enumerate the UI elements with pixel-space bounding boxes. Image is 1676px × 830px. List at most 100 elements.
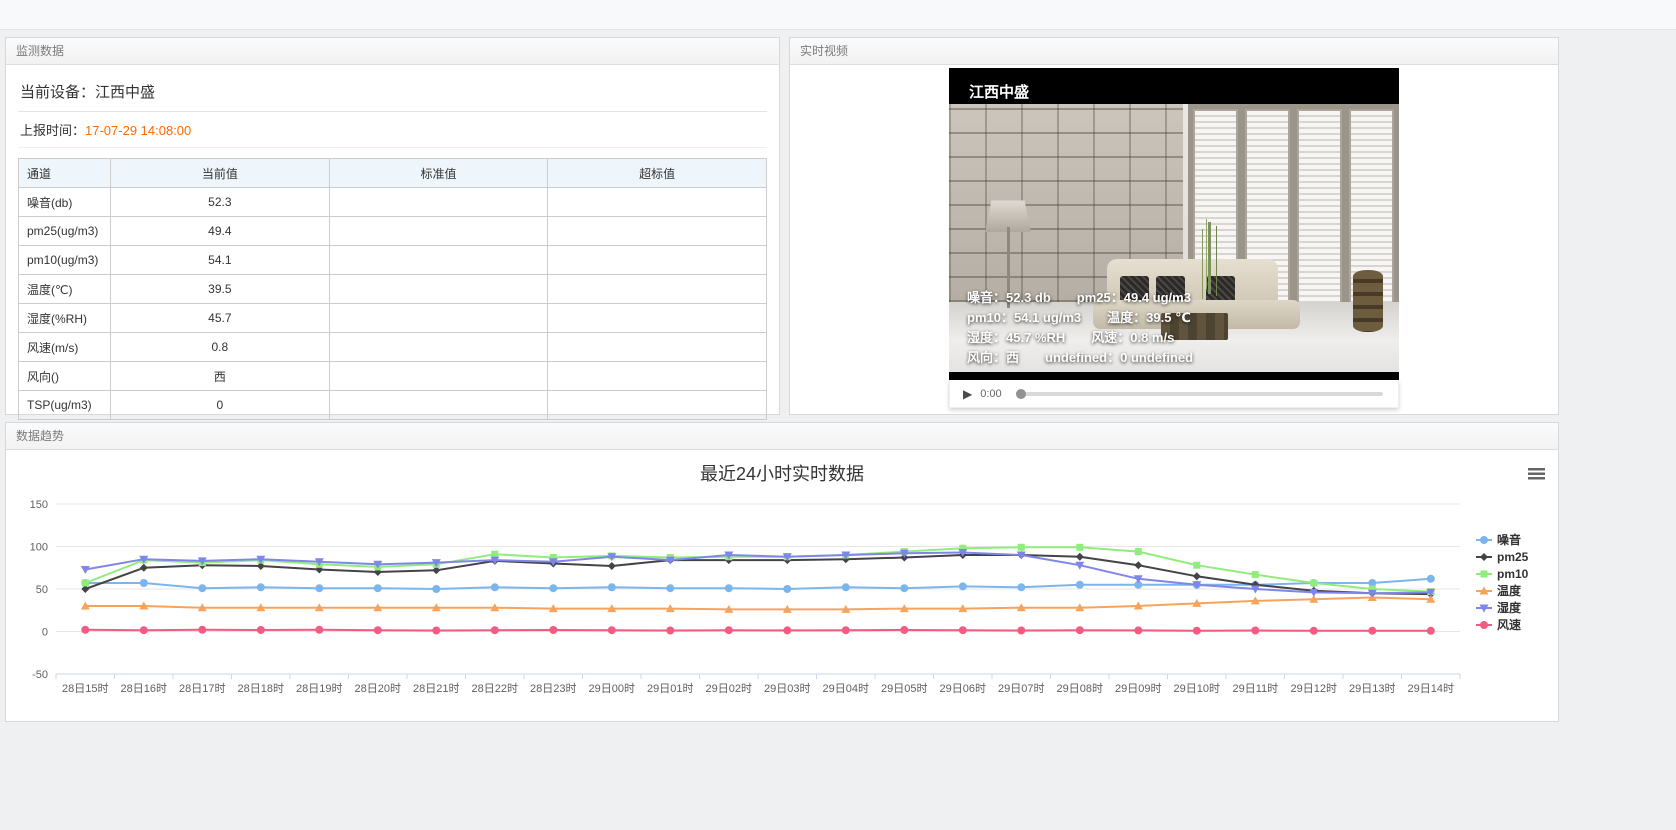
series-line-温度: [85, 598, 1431, 610]
value-cell: 45.7: [111, 304, 330, 333]
x-axis-label: 28日21时: [413, 682, 459, 695]
value-cell: 0.8: [111, 333, 330, 362]
video-panel-body: 江西中盛 噪音: [790, 65, 1558, 408]
value-cell: 52.3: [111, 188, 330, 217]
video-progress-bar[interactable]: [1017, 392, 1383, 396]
y-axis-label: 100: [30, 542, 48, 554]
monitor-panel-title: 监测数据: [16, 44, 64, 58]
x-axis-label: 29日05时: [881, 682, 927, 695]
value-cell: [329, 333, 548, 362]
svg-text:风速: 风速: [1497, 617, 1521, 632]
channel-cell: pm10(ug/m3): [19, 246, 111, 275]
x-axis-label: 28日23时: [530, 682, 576, 695]
table-row: 风速(m/s)0.8: [19, 333, 767, 362]
value-cell: 39.5: [111, 275, 330, 304]
x-axis-label: 28日20时: [355, 682, 401, 695]
value-cell: [548, 246, 767, 275]
value-cell: [329, 391, 548, 420]
vase-graphic: [1353, 270, 1383, 332]
x-axis-label: 29日02时: [706, 682, 752, 695]
value-cell: 西: [111, 362, 330, 391]
legend-item-温度[interactable]: 温度: [1476, 583, 1522, 598]
x-axis-label: 28日19时: [296, 682, 342, 695]
play-button[interactable]: ▶: [963, 387, 972, 401]
monitor-table-body: 噪音(db)52.3pm25(ug/m3)49.4pm10(ug/m3)54.1…: [19, 188, 767, 420]
x-axis-label: 28日16时: [121, 682, 167, 695]
overlay-reading-line: pm10：54.1 ug/m3 温度：39.5 ℃: [967, 308, 1193, 328]
table-row: 温度(℃)39.5: [19, 275, 767, 304]
video-progress-knob[interactable]: [1016, 389, 1026, 399]
table-row: pm25(ug/m3)49.4: [19, 217, 767, 246]
y-axis-label: 50: [36, 584, 48, 596]
value-cell: 49.4: [111, 217, 330, 246]
legend-item-风速[interactable]: 风速: [1476, 617, 1521, 632]
monitor-table: 通道当前值标准值超标值 噪音(db)52.3pm25(ug/m3)49.4pm1…: [18, 158, 767, 420]
legend-item-pm10[interactable]: pm10: [1476, 567, 1529, 581]
x-axis-label: 29日07时: [998, 682, 1044, 695]
x-axis-label: 29日10时: [1174, 682, 1220, 695]
value-cell: [548, 217, 767, 246]
y-axis-label: 150: [30, 499, 48, 511]
value-cell: [548, 275, 767, 304]
value-cell: [329, 362, 548, 391]
trend-chart: -5005010015028日15时28日16时28日17时28日18时28日1…: [6, 450, 1558, 719]
svg-text:pm10: pm10: [1497, 567, 1529, 581]
value-cell: [548, 362, 767, 391]
x-axis-label: 29日09时: [1115, 682, 1161, 695]
monitor-data-panel: 监测数据 当前设备：江西中盛 上报时间：17-07-29 14:08:00 通道…: [5, 37, 780, 415]
plant-graphic: [1208, 222, 1211, 294]
y-axis-label: -50: [32, 669, 48, 681]
browser-top-strip: [0, 0, 1676, 30]
x-axis-label: 29日12时: [1291, 682, 1337, 695]
channel-cell: pm25(ug/m3): [19, 217, 111, 246]
video-player[interactable]: 江西中盛 噪音: [949, 68, 1399, 380]
video-panel-header: 实时视频: [790, 38, 1558, 65]
value-cell: 54.1: [111, 246, 330, 275]
table-row: TSP(ug/m3)0: [19, 391, 767, 420]
x-axis-label: 29日06时: [940, 682, 986, 695]
y-axis-label: 0: [42, 627, 48, 639]
x-axis-label: 29日13时: [1349, 682, 1395, 695]
legend-item-噪音[interactable]: 噪音: [1476, 532, 1521, 547]
x-axis-label: 29日03时: [764, 682, 810, 695]
top-row: 监测数据 当前设备：江西中盛 上报时间：17-07-29 14:08:00 通道…: [0, 30, 1676, 415]
value-cell: [548, 391, 767, 420]
legend-item-pm25[interactable]: pm25: [1476, 550, 1529, 564]
table-row: 风向()西: [19, 362, 767, 391]
value-cell: 0: [111, 391, 330, 420]
x-axis-label: 29日04时: [823, 682, 869, 695]
overlay-reading-line: 风向：西 undefined：0 undefined: [967, 348, 1193, 368]
column-header: 通道: [19, 159, 111, 188]
table-row: pm10(ug/m3)54.1: [19, 246, 767, 275]
trend-panel-header: 数据趋势: [6, 423, 1558, 450]
channel-cell: 风向(): [19, 362, 111, 391]
value-cell: [329, 275, 548, 304]
channel-cell: 噪音(db): [19, 188, 111, 217]
value-cell: [329, 188, 548, 217]
export-menu-button[interactable]: [1528, 468, 1545, 480]
x-axis-label: 28日22时: [472, 682, 518, 695]
data-trend-panel: 数据趋势 -5005010015028日15时28日16时28日17时28日18…: [5, 422, 1559, 722]
monitor-panel-header: 监测数据: [6, 38, 779, 65]
table-row: 湿度(%RH)45.7: [19, 304, 767, 333]
x-axis-label: 29日11时: [1232, 682, 1278, 695]
x-axis-label: 29日14时: [1408, 682, 1454, 695]
column-header: 标准值: [329, 159, 548, 188]
video-controls-bar: ▶ 0:00: [949, 380, 1399, 408]
trend-chart-svg: -5005010015028日15时28日16时28日17时28日18时28日1…: [8, 456, 1556, 714]
x-axis-label: 28日15时: [62, 682, 108, 695]
chart-title: 最近24小时实时数据: [700, 464, 864, 484]
video-overlay-readings: 噪音：52.3 db pm25：49.4 ug/m3pm10：54.1 ug/m…: [967, 288, 1193, 368]
report-time-label: 上报时间：: [20, 123, 85, 138]
column-header: 超标值: [548, 159, 767, 188]
overlay-reading-line: 湿度：45.7 %RH 风速：0.8 m/s: [967, 328, 1193, 348]
x-axis-label: 29日08时: [1057, 682, 1103, 695]
x-axis-label: 29日01时: [647, 682, 693, 695]
column-header: 当前值: [111, 159, 330, 188]
legend-item-湿度[interactable]: 湿度: [1476, 600, 1522, 615]
value-cell: [329, 304, 548, 333]
x-axis-label: 29日00时: [589, 682, 635, 695]
x-axis-label: 28日18时: [238, 682, 284, 695]
svg-text:噪音: 噪音: [1497, 532, 1521, 547]
live-video-panel: 实时视频 江西中盛: [789, 37, 1559, 415]
